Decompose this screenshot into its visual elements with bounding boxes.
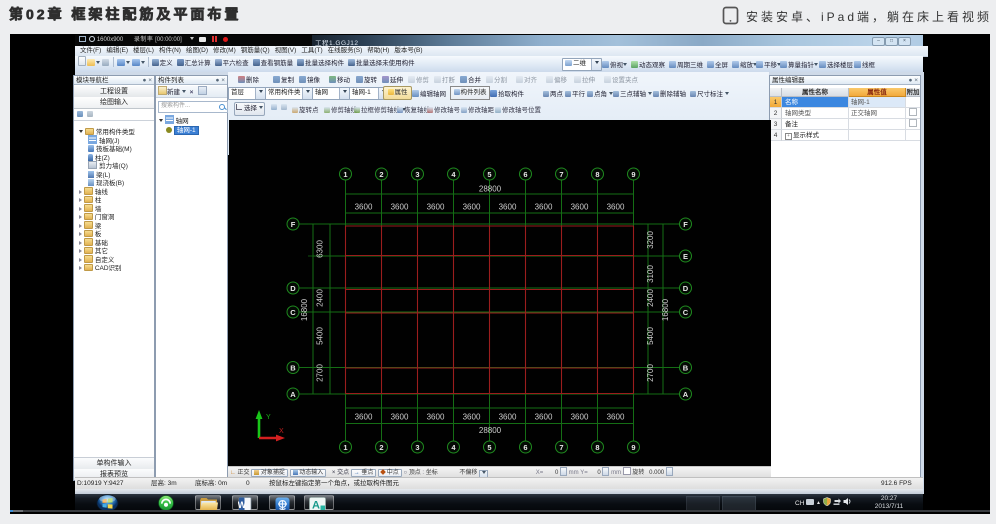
svg-text:7: 7	[559, 443, 563, 452]
svg-text:9: 9	[631, 443, 635, 452]
svg-text:5400: 5400	[316, 327, 325, 345]
svg-text:8: 8	[595, 170, 599, 179]
svg-text:3600: 3600	[391, 413, 409, 422]
svg-text:6: 6	[523, 443, 527, 452]
svg-text:28800: 28800	[479, 185, 502, 194]
svg-text:16800: 16800	[300, 298, 309, 321]
svg-text:1: 1	[343, 170, 347, 179]
svg-text:8: 8	[595, 443, 599, 452]
svg-text:3100: 3100	[646, 265, 655, 283]
svg-text:E: E	[683, 252, 688, 261]
svg-text:3600: 3600	[463, 413, 481, 422]
svg-text:F: F	[291, 220, 296, 229]
svg-text:28800: 28800	[479, 426, 502, 435]
svg-text:3600: 3600	[499, 413, 517, 422]
svg-text:2400: 2400	[646, 289, 655, 307]
svg-text:2700: 2700	[646, 364, 655, 382]
svg-text:F: F	[683, 220, 688, 229]
svg-text:7: 7	[559, 170, 563, 179]
svg-text:D: D	[290, 284, 296, 293]
svg-text:3600: 3600	[427, 413, 445, 422]
svg-text:W: W	[238, 500, 247, 510]
svg-text:2: 2	[379, 443, 383, 452]
svg-text:3600: 3600	[571, 413, 589, 422]
svg-text:Y: Y	[266, 414, 271, 421]
svg-text:3600: 3600	[391, 203, 409, 212]
svg-text:3600: 3600	[499, 203, 517, 212]
svg-text:3600: 3600	[571, 203, 589, 212]
svg-text:3600: 3600	[535, 203, 553, 212]
svg-text:3: 3	[415, 170, 419, 179]
svg-text:A: A	[683, 390, 689, 399]
svg-text:3600: 3600	[607, 413, 625, 422]
svg-text:D: D	[683, 284, 689, 293]
svg-text:3600: 3600	[535, 413, 553, 422]
svg-text:3600: 3600	[607, 203, 625, 212]
svg-text:5: 5	[487, 443, 491, 452]
svg-text:2700: 2700	[316, 364, 325, 382]
svg-text:2: 2	[379, 170, 383, 179]
svg-text:3600: 3600	[427, 203, 445, 212]
svg-text:B: B	[290, 364, 296, 373]
svg-text:5: 5	[487, 170, 491, 179]
svg-text:3600: 3600	[355, 203, 373, 212]
svg-text:9: 9	[631, 170, 635, 179]
svg-text:3200: 3200	[646, 231, 655, 249]
svg-text:C: C	[290, 308, 296, 317]
svg-text:5400: 5400	[646, 327, 655, 345]
svg-text:16800: 16800	[661, 298, 670, 321]
svg-text:A: A	[290, 390, 296, 399]
svg-text:X: X	[279, 428, 284, 435]
svg-text:2400: 2400	[316, 289, 325, 307]
svg-text:1: 1	[343, 443, 347, 452]
svg-text:6: 6	[523, 170, 527, 179]
svg-text:3: 3	[415, 443, 419, 452]
svg-text:C: C	[683, 308, 689, 317]
svg-text:3600: 3600	[463, 203, 481, 212]
svg-text:3600: 3600	[355, 413, 373, 422]
svg-text:6300: 6300	[316, 240, 325, 258]
svg-text:B: B	[683, 364, 689, 373]
